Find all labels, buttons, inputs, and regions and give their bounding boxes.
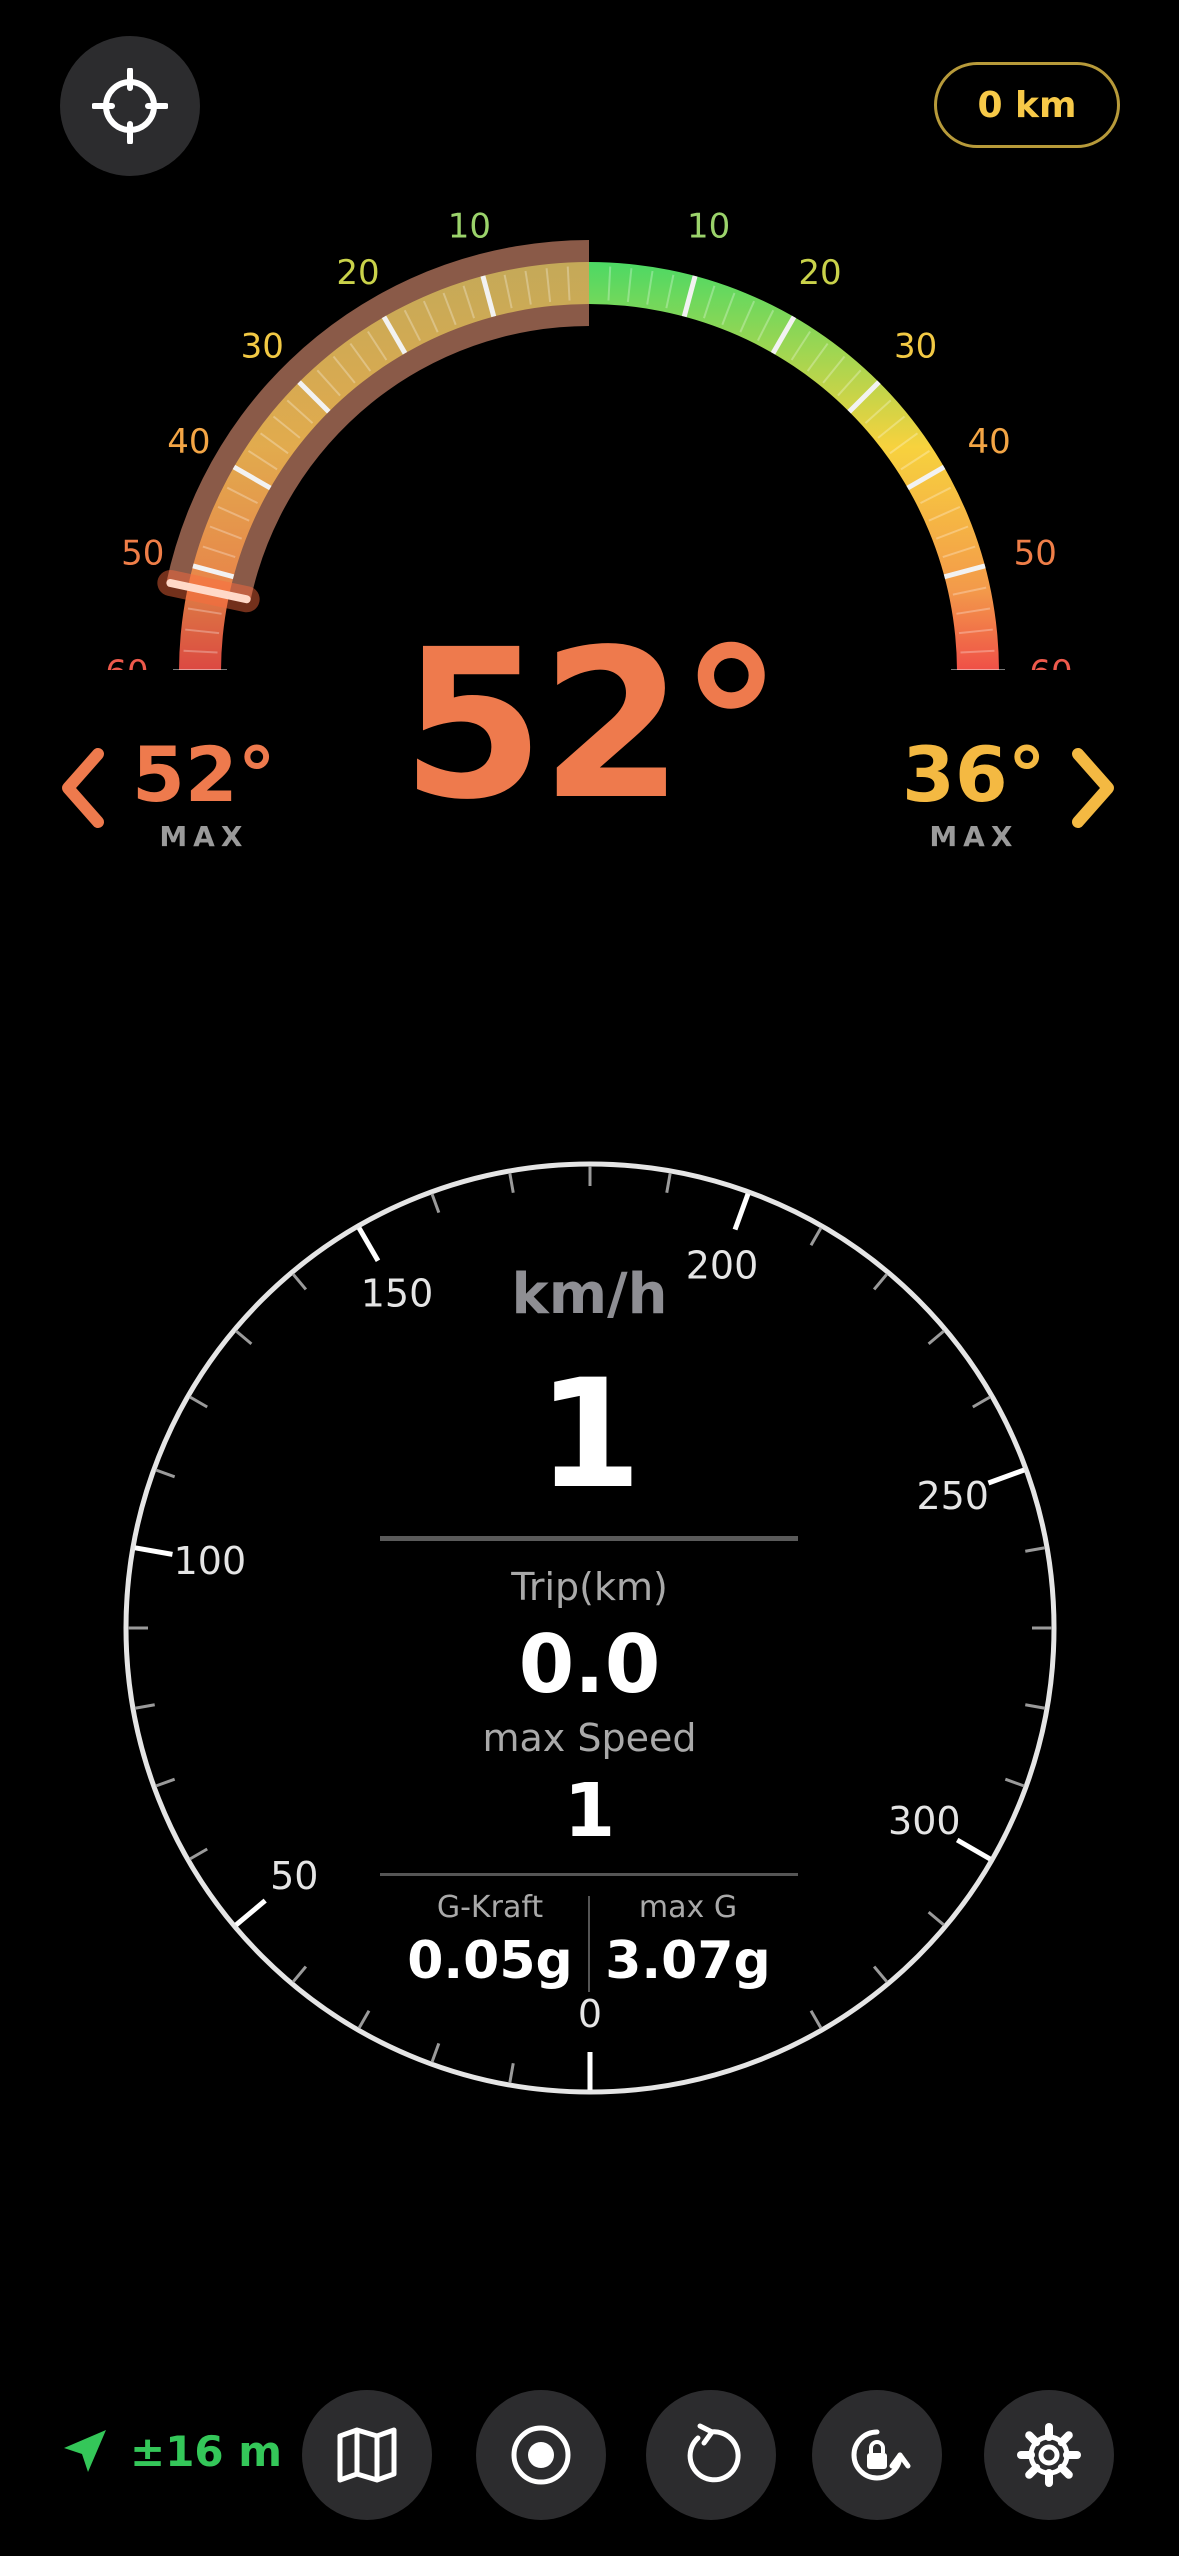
lean-scale-label: 50 <box>1014 533 1057 573</box>
current-lean-angle: 52° <box>401 605 783 845</box>
speed-minor-tick <box>508 1172 515 1193</box>
right-max-lean: 36° MAX <box>888 730 1128 890</box>
max-g-value: 3.07g <box>605 1931 771 1991</box>
lean-scale-label: 40 <box>167 422 210 462</box>
speed-minor-tick <box>809 2010 823 2029</box>
speed-minor-tick <box>927 1910 945 1927</box>
left-max-caption: MAX <box>159 820 249 853</box>
app-screen: 0 km 102030405060102030405060 52° <box>0 0 1179 2556</box>
bottom-toolbar: ±16 m <box>0 2390 1179 2520</box>
locate-button[interactable] <box>60 36 200 176</box>
left-max-lean: 52° MAX <box>58 730 288 890</box>
lean-scale-label: 30 <box>241 326 284 366</box>
speed-major-tick <box>732 1193 751 1231</box>
trip-label: Trip(km) <box>511 1565 668 1609</box>
max-speed-label: max Speed <box>482 1716 697 1760</box>
speed-minor-tick <box>809 1227 823 1246</box>
speed-major-tick <box>134 1545 173 1557</box>
g-force-value: 0.05g <box>407 1931 573 1991</box>
gear-icon <box>1017 2423 1081 2487</box>
speed-minor-tick <box>1025 1546 1046 1553</box>
g-force-cell: G-Kraft 0.05g <box>390 1890 590 1991</box>
max-speed-value: 1 <box>563 1768 616 1854</box>
lean-scale-label: 20 <box>336 253 379 293</box>
lean-scale-label: 10 <box>448 207 491 247</box>
speed-scale-label: 50 <box>270 1854 318 1898</box>
speed-minor-tick <box>291 1965 308 1983</box>
right-max-caption: MAX <box>929 820 1019 853</box>
speed-divider <box>380 1536 798 1541</box>
lean-angle-gauge: 10 20 30 40 50 60 10 20 30 40 50 60 <box>105 207 1073 670</box>
lean-scale-label: 50 <box>121 533 164 573</box>
map-icon <box>337 2427 397 2483</box>
crosshair-icon <box>92 68 168 144</box>
lean-scale-label: 10 <box>687 207 730 247</box>
location-arrow-icon <box>64 2430 106 2472</box>
reset-button[interactable] <box>646 2390 776 2520</box>
speed-scale-label: 0 <box>578 1992 602 2036</box>
max-g-label: max G <box>638 1890 738 1925</box>
lean-current-marker <box>157 570 260 613</box>
left-max-value: 52° <box>132 730 276 819</box>
odometer-badge[interactable]: 0 km <box>934 62 1120 148</box>
speed-minor-tick <box>430 2042 441 2063</box>
settings-button[interactable] <box>984 2390 1114 2520</box>
speed-minor-tick <box>430 1193 441 1214</box>
speed-minor-tick <box>357 2010 371 2029</box>
gps-accuracy: ±16 m <box>60 2426 282 2476</box>
speed-minor-tick <box>235 1329 253 1346</box>
speed-minor-tick <box>927 1329 945 1346</box>
g-force-label: G-Kraft <box>436 1890 544 1925</box>
chevron-left-icon <box>62 748 104 828</box>
record-icon <box>511 2425 571 2485</box>
lean-scale-label: 60 <box>105 653 148 670</box>
map-button[interactable] <box>302 2390 432 2520</box>
lean-scale-label: 30 <box>894 326 937 366</box>
lean-scale-label: 20 <box>798 253 841 293</box>
speed-major-tick <box>234 1898 267 1927</box>
rotation-lock-button[interactable] <box>812 2390 942 2520</box>
speed-unit: km/h <box>511 1262 668 1327</box>
odometer-value: 0 km <box>977 84 1077 126</box>
chevron-right-icon <box>1072 748 1114 828</box>
speed-minor-tick <box>872 1965 889 1983</box>
g-divider <box>380 1873 798 1876</box>
current-speed: 1 <box>537 1348 642 1522</box>
max-g-cell: max G 3.07g <box>588 1890 788 1991</box>
right-max-value: 36° <box>902 730 1046 819</box>
record-button[interactable] <box>476 2390 606 2520</box>
speed-minor-tick <box>508 2063 515 2084</box>
lean-scale-label: 60 <box>1029 653 1072 670</box>
reset-icon <box>687 2423 741 2483</box>
speed-minor-tick <box>665 1172 672 1193</box>
speed-major-tick <box>356 1226 381 1263</box>
lean-scale-label: 40 <box>967 422 1010 462</box>
rotation-lock-icon <box>851 2429 911 2481</box>
gps-accuracy-value: ±16 m <box>130 2426 283 2476</box>
trip-value: 0.0 <box>518 1618 661 1711</box>
